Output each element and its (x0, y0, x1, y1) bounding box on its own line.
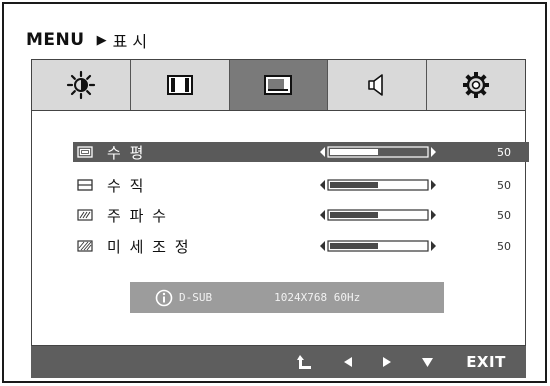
decrease-arrow-icon[interactable] (320, 210, 325, 220)
row-label: 주 파 수 (107, 206, 168, 225)
right-button[interactable] (375, 346, 399, 378)
vertical-slider[interactable] (319, 178, 437, 192)
return-icon (297, 355, 311, 369)
osd-frame: MENU ▶ 표 시 수 평 50 수 직 50 주 파 수 50 미 세 조 … (2, 2, 547, 383)
increase-arrow-icon[interactable] (431, 180, 436, 190)
osd-footer: EXIT (31, 346, 526, 378)
row-vertical[interactable]: 수 직 50 (73, 175, 529, 195)
phase-slider[interactable] (319, 239, 437, 253)
row-clock[interactable]: 주 파 수 50 (73, 205, 529, 225)
display-icon (264, 75, 293, 95)
menu-tabs (31, 59, 526, 111)
slider-graphic (320, 209, 436, 221)
picture-icon (166, 75, 193, 95)
row-value: 50 (497, 145, 511, 159)
slider-graphic (320, 179, 436, 191)
right-arrow-icon (383, 357, 391, 367)
tab-audio[interactable] (328, 60, 428, 110)
left-arrow-icon (344, 357, 352, 367)
tab-settings[interactable] (427, 60, 525, 110)
row-label: 미 세 조 정 (107, 237, 191, 256)
increase-arrow-icon[interactable] (431, 210, 436, 220)
settings-icon (463, 72, 490, 98)
slider-fill (330, 149, 378, 155)
decrease-arrow-icon[interactable] (320, 241, 325, 251)
decrease-arrow-icon[interactable] (320, 180, 325, 190)
row-phase[interactable]: 미 세 조 정 50 (73, 236, 529, 256)
decrease-arrow-icon[interactable] (320, 147, 325, 157)
row-value: 50 (497, 178, 511, 192)
settings-panel: 수 평 50 수 직 50 주 파 수 50 미 세 조 정 50 D-SUB … (31, 110, 529, 346)
input-resolution: 1024X768 60Hz (274, 291, 361, 304)
brightness-icon (66, 70, 95, 100)
slider-graphic (320, 146, 436, 158)
vertical-position-icon (77, 179, 95, 192)
down-arrow-icon (421, 358, 433, 367)
breadcrumb-arrow-icon: ▶ (96, 32, 107, 48)
input-source-name: D-SUB (179, 291, 213, 304)
clock-slider[interactable] (319, 208, 437, 222)
tab-brightness[interactable] (32, 60, 131, 110)
increase-arrow-icon[interactable] (431, 147, 436, 157)
speaker-icon (368, 74, 384, 96)
horizontal-slider[interactable] (319, 145, 437, 159)
return-button[interactable] (291, 346, 319, 378)
exit-button[interactable]: EXIT (461, 346, 511, 378)
left-button[interactable] (336, 346, 360, 378)
info-icon (155, 289, 173, 306)
breadcrumb-current: 표 시 (112, 32, 148, 51)
row-horizontal[interactable]: 수 평 50 (73, 142, 529, 162)
tab-display[interactable] (229, 60, 329, 110)
breadcrumb: MENU ▶ 표 시 (26, 28, 147, 52)
down-button[interactable] (415, 346, 439, 378)
tab-picture[interactable] (130, 60, 230, 110)
slider-graphic (320, 240, 436, 252)
clock-icon (77, 209, 95, 222)
slider-fill (330, 212, 378, 218)
phase-icon (77, 240, 95, 253)
row-label: 수 평 (107, 143, 146, 162)
input-source-info: D-SUB 1024X768 60Hz (130, 282, 444, 313)
slider-fill (330, 243, 378, 249)
row-value: 50 (497, 239, 511, 253)
row-label: 수 직 (107, 176, 146, 195)
increase-arrow-icon[interactable] (431, 241, 436, 251)
breadcrumb-menu: MENU (26, 30, 85, 50)
horizontal-position-icon (77, 146, 95, 159)
slider-fill (330, 182, 378, 188)
row-value: 50 (497, 208, 511, 222)
